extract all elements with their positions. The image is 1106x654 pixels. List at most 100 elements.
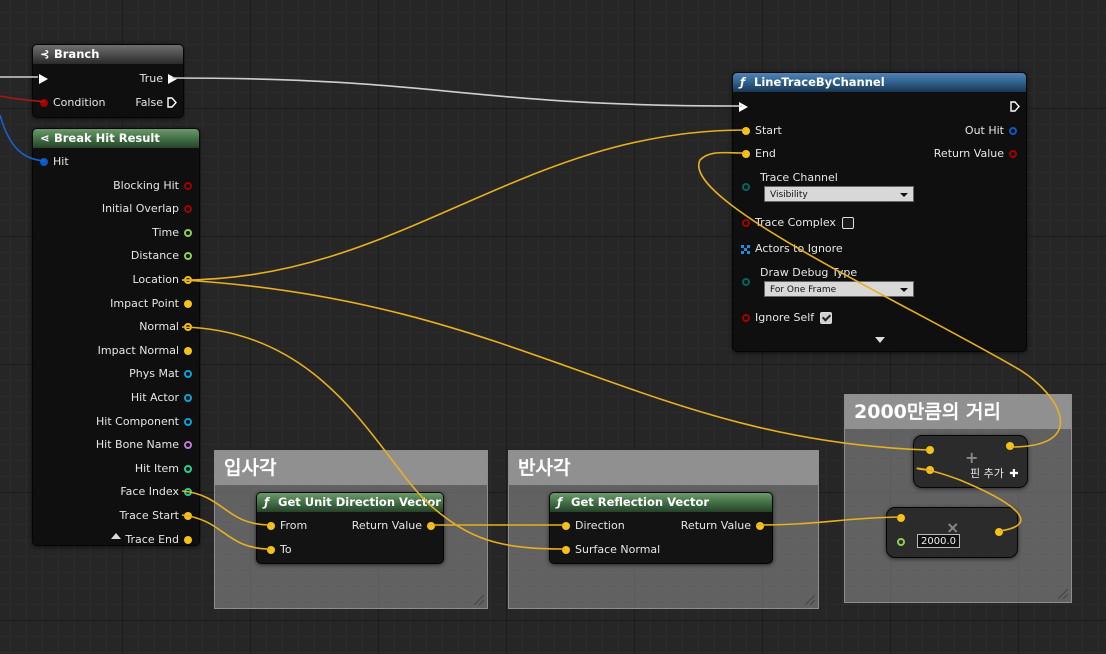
draw-debug-type-pin[interactable] (738, 274, 755, 290)
output-pin-hit-actor[interactable]: Hit Actor (131, 390, 196, 406)
trace-complex-pin[interactable]: Trace Complex (738, 215, 836, 231)
output-pin-normal[interactable]: Normal (139, 319, 196, 335)
float-pin-icon[interactable] (897, 538, 905, 546)
pin-label: Phys Mat (129, 367, 179, 381)
vector-pin-icon (184, 323, 192, 332)
pin-label: Location (132, 273, 179, 286)
pin-label: True (139, 72, 163, 85)
break-hit-result-node[interactable]: ⋖ Break Hit Result Hit Blocking Hit Initia… (32, 128, 200, 546)
vector-pin-icon[interactable] (926, 446, 934, 454)
dropdown-value: For One Frame (770, 285, 837, 295)
draw-debug-type-dropdown[interactable]: For One Frame (764, 281, 914, 297)
comment-title: 입사각 (215, 451, 487, 485)
pin-label: Return Value (351, 519, 422, 532)
vector-pin-icon[interactable] (995, 528, 1003, 536)
trace-channel-dropdown[interactable]: Visibility (764, 186, 914, 202)
trace-channel-pin[interactable] (738, 179, 755, 195)
ignore-self-checkbox[interactable] (820, 312, 832, 324)
output-pin-hit-bone-name[interactable]: Hit Bone Name (96, 437, 196, 453)
output-pin-hit-component[interactable]: Hit Component (96, 414, 196, 430)
return-value-pin[interactable]: Return Value (352, 518, 439, 534)
exec-pin-icon (1010, 101, 1020, 112)
output-pin-blocking-hit[interactable]: Blocking Hit (113, 178, 196, 194)
end-pin[interactable]: End (738, 146, 776, 162)
resize-grip-icon[interactable] (805, 595, 815, 605)
output-pin-initial-overlap[interactable]: Initial Overlap (102, 201, 196, 217)
multiplier-input[interactable]: 2000.0 (917, 534, 960, 548)
integer-pin-icon (184, 488, 192, 497)
get-unit-direction-vector-node[interactable]: ƒ Get Unit Direction Vector From Return V… (256, 492, 444, 564)
exec-in-pin[interactable] (736, 99, 753, 115)
output-pin-time[interactable]: Time (152, 225, 196, 241)
resize-grip-icon[interactable] (1058, 589, 1068, 599)
multiply-vector-node[interactable]: × 2000.0 (886, 507, 1018, 558)
from-pin[interactable]: From (263, 518, 307, 534)
output-pin-hit-item[interactable]: Hit Item (135, 461, 196, 477)
pin-label: To (280, 543, 292, 556)
vector-pin-icon (427, 522, 435, 530)
resize-grip-icon[interactable] (474, 595, 484, 605)
output-pin-phys-mat[interactable]: Phys Mat (129, 366, 196, 382)
output-pin-trace-end[interactable]: Trace End (125, 532, 196, 548)
output-pin-distance[interactable]: Distance (131, 248, 196, 264)
node-header[interactable]: ƒ LineTraceByChannel (733, 73, 1026, 92)
ignore-self-pin[interactable]: Ignore Self (738, 310, 814, 326)
output-pin-location[interactable]: Location (132, 272, 196, 288)
out-hit-pin[interactable]: Out Hit (965, 123, 1021, 139)
output-pin-face-index[interactable]: Face Index (120, 484, 196, 500)
comment-distance[interactable]: 2000만큼의 거리 (844, 394, 1072, 603)
function-icon: ƒ (264, 495, 270, 509)
collapse-arrow-icon[interactable] (111, 533, 121, 539)
output-pin-trace-start[interactable]: Trace Start (119, 508, 196, 524)
exec-wire-true-to-trace (171, 77, 743, 107)
start-pin[interactable]: Start (738, 123, 782, 139)
comment-title: 반사각 (509, 451, 818, 485)
exec-out-pin[interactable] (1006, 99, 1023, 115)
branch-icon: ⊰ (40, 47, 50, 61)
node-header[interactable]: ⋖ Break Hit Result (33, 129, 199, 148)
vector-pin-icon (184, 346, 192, 355)
output-pin-impact-point[interactable]: Impact Point (110, 296, 196, 312)
vector-pin-icon (184, 512, 192, 520)
pin-label: Time (152, 225, 179, 239)
pin-label: Hit Item (134, 461, 179, 475)
vector-pin-icon[interactable] (897, 514, 905, 522)
enum-pin-icon (742, 278, 750, 286)
enum-pin-icon (742, 183, 750, 191)
expand-arrow-icon[interactable] (875, 337, 885, 343)
exec-pin-icon (739, 102, 748, 112)
node-title: LineTraceByChannel (754, 75, 885, 89)
condition-pin[interactable]: Condition (36, 95, 106, 111)
integer-pin-icon (184, 464, 192, 473)
exec-in-pin[interactable] (36, 71, 53, 87)
add-vector-node[interactable]: + 핀 추가 ✚ (913, 435, 1028, 488)
float-pin-icon (184, 228, 192, 237)
hit-pin[interactable]: Hit (36, 154, 69, 170)
node-header[interactable]: ƒ Get Reflection Vector (550, 493, 772, 512)
return-value-pin[interactable]: Return Value (934, 146, 1021, 162)
node-header[interactable]: ⊰ Branch (33, 45, 183, 64)
direction-pin[interactable]: Direction (558, 518, 625, 534)
false-pin[interactable]: False (135, 95, 180, 111)
vector-pin-icon[interactable] (926, 466, 934, 474)
to-pin[interactable]: To (263, 542, 292, 558)
vector-pin-icon (267, 522, 275, 530)
get-reflection-vector-node[interactable]: ƒ Get Reflection Vector Direction Return … (549, 492, 773, 564)
true-pin[interactable]: True (140, 71, 180, 87)
trace-complex-checkbox[interactable] (842, 217, 854, 229)
vector-pin-icon[interactable] (1006, 442, 1014, 450)
node-header[interactable]: ƒ Get Unit Direction Vector (257, 493, 443, 512)
node-title: Branch (54, 47, 100, 61)
surface-normal-pin[interactable]: Surface Normal (558, 542, 660, 558)
function-icon: ƒ (557, 495, 563, 509)
float-pin-icon (184, 252, 192, 261)
branch-node[interactable]: ⊰ Branch True Condition False (32, 44, 184, 118)
output-pin-impact-normal[interactable]: Impact Normal (98, 343, 196, 359)
add-pin-button[interactable]: 핀 추가 ✚ (970, 467, 1019, 481)
return-value-pin[interactable]: Return Value (681, 518, 768, 534)
pin-label: Distance (130, 249, 179, 263)
vector-pin-icon (742, 127, 750, 135)
actors-to-ignore-pin[interactable]: Actors to Ignore (738, 241, 843, 257)
pin-label: Hit (53, 155, 69, 168)
line-trace-by-channel-node[interactable]: ƒ LineTraceByChannel Start Out Hit End Re… (732, 72, 1027, 352)
